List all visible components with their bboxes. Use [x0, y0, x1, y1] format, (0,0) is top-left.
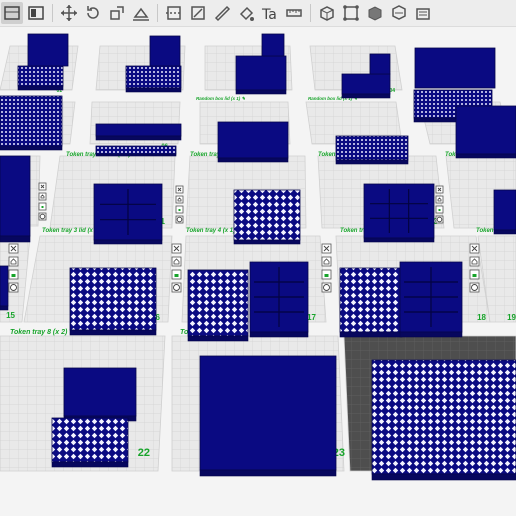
layers-icon: [416, 8, 430, 20]
cut-icon: [166, 6, 182, 20]
home-icon[interactable]: [435, 195, 444, 204]
model-dice-box-base[interactable]: [0, 95, 63, 151]
model-dice-box[interactable]: [17, 65, 64, 91]
move-button[interactable]: [58, 2, 80, 24]
lock-glyph: [178, 209, 181, 211]
lock-glyph: [11, 274, 16, 277]
assembly-button[interactable]: [316, 2, 338, 24]
top-toolbar: Ta: [0, 0, 516, 27]
color-paint-button[interactable]: [235, 2, 257, 24]
support-paint-icon: [214, 5, 231, 22]
orient-button[interactable]: [364, 2, 386, 24]
lock-glyph: [174, 274, 179, 277]
home-icon[interactable]: [38, 192, 47, 201]
plate-controls: [171, 243, 182, 293]
plate-controls: [321, 243, 332, 293]
model-box[interactable]: [125, 65, 182, 93]
measure-icon: [286, 9, 302, 17]
orient-icon: [368, 6, 382, 21]
lock-glyph: [324, 274, 329, 277]
home-icon[interactable]: [469, 256, 480, 267]
model-token-tray-2-base[interactable]: [363, 183, 435, 243]
plates-icon: [4, 6, 20, 20]
scale-icon: [110, 6, 124, 20]
model-random-box[interactable]: [217, 121, 289, 163]
rotate-icon: [87, 6, 99, 19]
model-lid[interactable]: [95, 123, 182, 141]
model-random-box-lid[interactable]: [335, 135, 409, 165]
measure-button[interactable]: [283, 2, 305, 24]
layout-icon: [28, 6, 44, 20]
model-block[interactable]: [27, 33, 69, 67]
plate-name-label[interactable]: Token tray 8 (x 2) ✎: [10, 328, 75, 336]
model-token-tray-9-base[interactable]: [199, 355, 337, 477]
scale-button[interactable]: [106, 2, 128, 24]
text-icon: Ta: [261, 7, 277, 22]
model-random-box-top[interactable]: [414, 47, 496, 89]
model-box[interactable]: [235, 55, 287, 95]
plate-name-label[interactable]: Token tray 4 (x 1) ✎: [186, 227, 242, 234]
seam-icon: [191, 6, 205, 20]
model-token-tray-4[interactable]: [187, 269, 249, 342]
model-tall-stack[interactable]: [0, 155, 31, 243]
arrange-button[interactable]: [340, 2, 362, 24]
model-block[interactable]: [149, 35, 181, 67]
model-edge-piece[interactable]: [0, 265, 9, 311]
plate-controls: [175, 185, 184, 224]
lock-glyph: [438, 209, 441, 211]
cut-button[interactable]: [163, 2, 185, 24]
place-on-face-icon: [133, 7, 149, 21]
model-block[interactable]: [369, 53, 391, 75]
model-token-tray-1-lid[interactable]: [233, 189, 301, 245]
plates-button[interactable]: [1, 2, 23, 24]
plate-number: 18: [477, 313, 486, 322]
model-token-tray-3-lid[interactable]: [69, 267, 157, 336]
model-token-tray-2-lid[interactable]: [493, 189, 516, 235]
model-box[interactable]: [341, 73, 391, 99]
plate-number: 15: [6, 311, 15, 320]
svg-text:Ta: Ta: [261, 7, 277, 22]
lock-glyph: [472, 274, 477, 277]
seam-button[interactable]: [187, 2, 209, 24]
arrange-icon: [343, 5, 359, 21]
layout-button[interactable]: [25, 2, 47, 24]
plate-number: 17: [307, 313, 316, 322]
layers-button[interactable]: [412, 2, 434, 24]
model-random-box[interactable]: [455, 105, 516, 159]
plate-view[interactable]: 0102030405Dice box (x 1) ✎0607Random box…: [0, 26, 516, 516]
home-icon[interactable]: [321, 256, 332, 267]
plate-controls: [38, 182, 47, 221]
model-token-tray-8-top[interactable]: [63, 367, 137, 422]
color-paint-icon: [239, 6, 254, 21]
text-button[interactable]: Ta: [259, 2, 281, 24]
lock-glyph: [41, 206, 44, 208]
model-block[interactable]: [261, 33, 285, 57]
support-paint-button[interactable]: [211, 2, 233, 24]
split-icon: [392, 5, 406, 20]
model-token-tray-8[interactable]: [51, 417, 129, 468]
home-icon[interactable]: [8, 256, 19, 267]
model-lid-strip[interactable]: [95, 145, 177, 157]
rotate-button[interactable]: [82, 2, 104, 24]
model-token-tray-9-lid[interactable]: [371, 359, 516, 481]
plate-number: 19: [507, 313, 516, 322]
plate-name-label[interactable]: Random box lid (x 1) ✎: [196, 96, 246, 101]
assembly-icon: [320, 6, 334, 21]
home-icon[interactable]: [171, 256, 182, 267]
place-on-face-button[interactable]: [130, 2, 152, 24]
plate-number: 22: [138, 447, 150, 459]
model-token-tray-5[interactable]: [339, 267, 403, 338]
toolbar-separator: [157, 4, 158, 22]
toolbar-separator: [52, 4, 53, 22]
move-icon: [61, 5, 77, 21]
split-button[interactable]: [388, 2, 410, 24]
toolbar-separator: [310, 4, 311, 22]
home-icon[interactable]: [175, 195, 184, 204]
